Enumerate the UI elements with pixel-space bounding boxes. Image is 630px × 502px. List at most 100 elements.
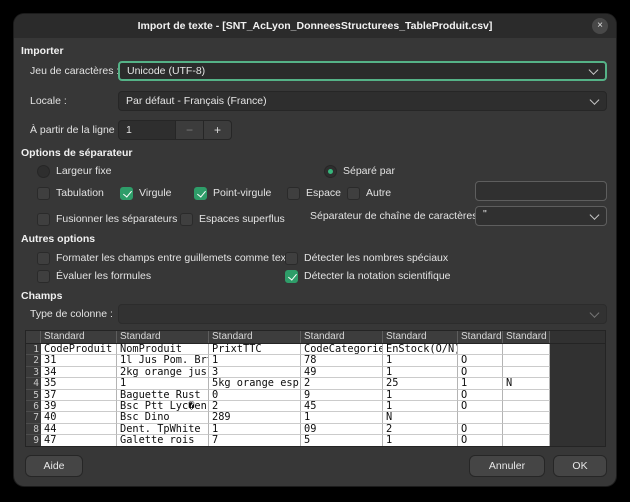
grid-cell[interactable]: 40 [41,412,117,423]
grid-column-header[interactable]: Standard [41,331,117,343]
grid-cell[interactable]: O [458,424,503,435]
space-checkbox[interactable]: Espace [287,186,341,200]
grid-cell[interactable] [503,424,550,435]
grid-cell[interactable]: 1 [301,412,383,423]
help-button[interactable]: Aide [25,455,83,477]
grid-cell[interactable]: 2kg orange jus [117,367,209,378]
grid-row-number[interactable]: 7 [26,412,41,423]
grid-cell[interactable]: PrixtTTC [209,344,301,355]
semicolon-checkbox[interactable]: Point-virgule [194,186,271,200]
grid-cell[interactable]: NomProduit [117,344,209,355]
grid-cell[interactable]: O [458,355,503,366]
merge-delimiters-checkbox[interactable]: Fusionner les séparateurs [37,212,177,226]
grid-column-header[interactable]: Standard [117,331,209,343]
grid-cell[interactable]: EnStock(O/N) [383,344,458,355]
ok-button[interactable]: OK [553,455,607,477]
grid-cell[interactable]: 1 [383,435,458,446]
cancel-button[interactable]: Annuler [469,455,545,477]
grid-cell[interactable]: 5kg orange esp [209,378,301,389]
grid-cell[interactable]: 1 [383,355,458,366]
grid-cell[interactable]: 37 [41,390,117,401]
grid-cell[interactable]: O [458,367,503,378]
grid-cell[interactable] [503,367,550,378]
grid-cell[interactable]: CodeProduit [41,344,117,355]
grid-cell[interactable]: 44 [41,424,117,435]
grid-cell[interactable]: Dent. TpWhite [117,424,209,435]
from-row-input[interactable]: 1 [118,120,176,140]
grid-cell[interactable]: 2 [301,378,383,389]
close-icon[interactable]: × [592,18,608,34]
grid-cell[interactable]: 1 [383,401,458,412]
decrement-button[interactable]: − [176,120,204,140]
csv-preview-grid[interactable]: StandardStandardStandardStandardStandard… [25,330,606,447]
grid-cell[interactable]: 289 [209,412,301,423]
grid-cell[interactable] [458,344,503,355]
grid-cell[interactable] [503,435,550,446]
separated-by-radio[interactable]: Séparé par [324,164,395,178]
grid-cell[interactable]: 1 [383,367,458,378]
trim-spaces-checkbox[interactable]: Espaces superflus [180,212,285,226]
grid-cell[interactable]: 31 [41,355,117,366]
grid-cell[interactable]: O [458,401,503,412]
grid-row-number[interactable]: 6 [26,401,41,412]
grid-row-number[interactable]: 4 [26,378,41,389]
grid-column-header[interactable]: Standard [458,331,503,343]
grid-cell[interactable]: 78 [301,355,383,366]
grid-cell[interactable]: O [458,435,503,446]
grid-cell[interactable] [503,401,550,412]
grid-cell[interactable]: 09 [301,424,383,435]
grid-cell[interactable] [503,344,550,355]
grid-cell[interactable]: 49 [301,367,383,378]
grid-cell[interactable]: 2 [209,401,301,412]
grid-column-header[interactable]: Standard [503,331,550,343]
grid-cell[interactable]: 0 [209,390,301,401]
grid-cell[interactable]: 5 [301,435,383,446]
grid-cell[interactable]: 34 [41,367,117,378]
grid-cell[interactable] [458,412,503,423]
column-type-combobox[interactable] [118,304,607,324]
increment-button[interactable]: + [204,120,232,140]
charset-combobox[interactable]: Unicode (UTF-8) [118,61,607,81]
grid-row-number[interactable]: 2 [26,355,41,366]
tab-checkbox[interactable]: Tabulation [37,186,104,200]
grid-cell[interactable] [503,355,550,366]
grid-cell[interactable] [503,412,550,423]
grid-cell[interactable] [503,390,550,401]
grid-row-number[interactable]: 3 [26,367,41,378]
grid-cell[interactable]: 1l Jus Pom. Brt [117,355,209,366]
grid-cell[interactable]: 1 [117,378,209,389]
locale-combobox[interactable]: Par défaut - Français (France) [118,91,607,111]
grid-cell[interactable]: 25 [383,378,458,389]
grid-cell[interactable]: Bsc Dino [117,412,209,423]
grid-cell[interactable]: 1 [458,378,503,389]
special-numbers-checkbox[interactable]: Détecter les nombres spéciaux [285,251,448,265]
other-separator-input[interactable] [475,181,607,201]
grid-cell[interactable]: 7 [209,435,301,446]
grid-cell[interactable]: 2 [383,424,458,435]
grid-cell[interactable]: 9 [301,390,383,401]
grid-cell[interactable]: 35 [41,378,117,389]
grid-cell[interactable]: 45 [301,401,383,412]
grid-column-header[interactable]: Standard [209,331,301,343]
grid-row-number[interactable]: 9 [26,435,41,446]
grid-cell[interactable]: 47 [41,435,117,446]
grid-cell[interactable]: Baguette Rust [117,390,209,401]
grid-cell[interactable]: CodeCategorie [301,344,383,355]
scientific-notation-checkbox[interactable]: Détecter la notation scientifique [285,269,451,283]
titlebar[interactable]: Import de texte - [SNT_AcLyon_DonneesStr… [14,14,616,38]
quoted-as-text-checkbox[interactable]: Formater les champs entre guillemets com… [37,251,295,265]
grid-cell[interactable]: Galette rois [117,435,209,446]
grid-cell[interactable]: N [383,412,458,423]
grid-cell[interactable]: 1 [383,390,458,401]
comma-checkbox[interactable]: Virgule [120,186,172,200]
grid-cell[interactable]: O [458,390,503,401]
evaluate-formulas-checkbox[interactable]: Évaluer les formules [37,269,151,283]
grid-cell[interactable]: 39 [41,401,117,412]
grid-cell[interactable]: Bsc Ptt Lyc�en [117,401,209,412]
grid-row-number[interactable]: 1 [26,344,41,355]
grid-row-number[interactable]: 5 [26,390,41,401]
grid-cell[interactable]: 1 [209,424,301,435]
grid-cell[interactable]: 3 [209,367,301,378]
grid-column-header[interactable]: Standard [301,331,383,343]
grid-cell[interactable]: N [503,378,550,389]
